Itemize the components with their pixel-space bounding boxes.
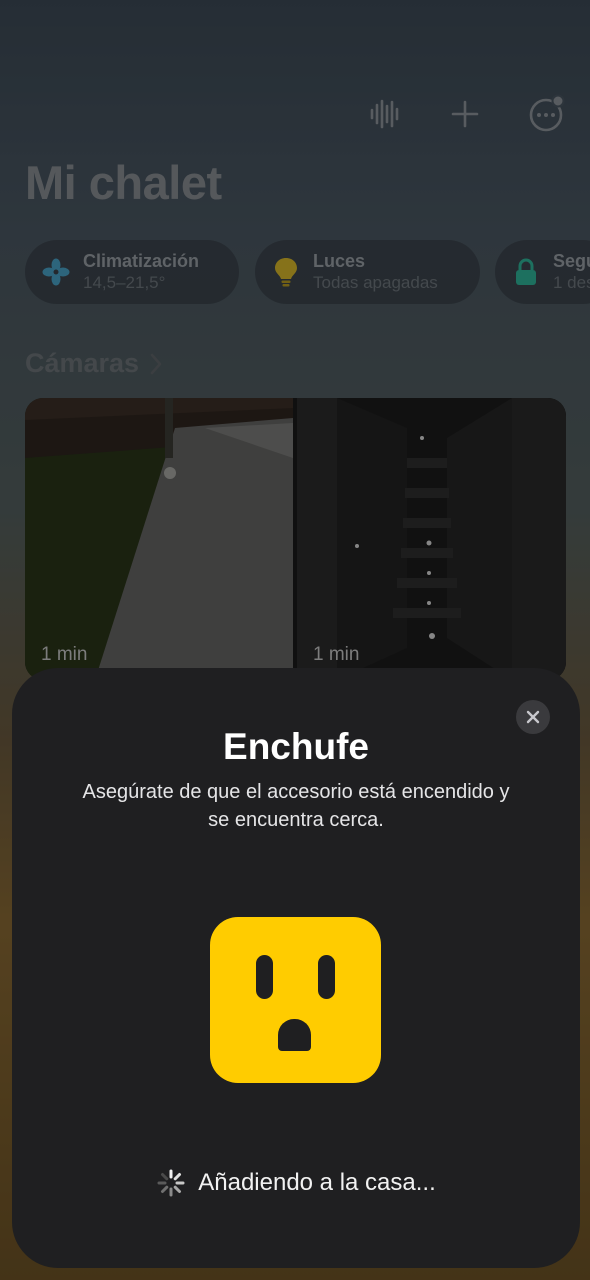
status-text: Añadiendo a la casa... (198, 1169, 436, 1196)
camera-time: 1 min (41, 644, 88, 665)
page-title: Mi chalet (25, 156, 222, 209)
chip-title: Climatización (83, 251, 200, 271)
chip-seguridad[interactable]: Segu 1 des (495, 240, 590, 304)
accessory-instructions: Asegúrate de que el accesorio está encen… (82, 781, 510, 831)
chip-subtitle: Todas apagadas (313, 273, 438, 292)
chip-subtitle: 1 des (553, 273, 590, 292)
outlet-icon (210, 917, 381, 1083)
camera-time: 1 min (313, 644, 360, 665)
lightbulb-icon (271, 257, 301, 287)
camera-tile-stairs[interactable]: 1 min (297, 398, 566, 680)
chip-climatizacion[interactable]: Climatización 14,5–21,5° (25, 240, 239, 304)
cameras-title: Cámaras (25, 348, 140, 378)
add-accessory-sheet: Enchufe Asegúrate de que el accesorio es… (12, 668, 580, 1268)
accessory-title: Enchufe (223, 726, 369, 767)
camera-tile-garden[interactable]: 1 min (25, 398, 294, 680)
adding-status: Añadiendo a la casa... (12, 1168, 580, 1198)
waveform-icon[interactable] (365, 94, 405, 134)
fan-icon (41, 257, 71, 287)
chevron-right-icon (150, 353, 162, 374)
cameras-grid: 1 min 1 min (25, 398, 566, 680)
chip-luces[interactable]: Luces Todas apagadas (255, 240, 480, 304)
plus-icon[interactable] (445, 94, 485, 134)
chip-title: Luces (313, 251, 366, 271)
spinner-icon (157, 1169, 185, 1197)
close-icon (526, 710, 540, 724)
chip-subtitle: 14,5–21,5° (83, 273, 166, 292)
more-icon[interactable] (526, 94, 566, 134)
chip-title: Segu (553, 251, 590, 271)
cameras-section-header[interactable]: Cámaras (25, 348, 163, 379)
lock-icon (511, 257, 541, 287)
